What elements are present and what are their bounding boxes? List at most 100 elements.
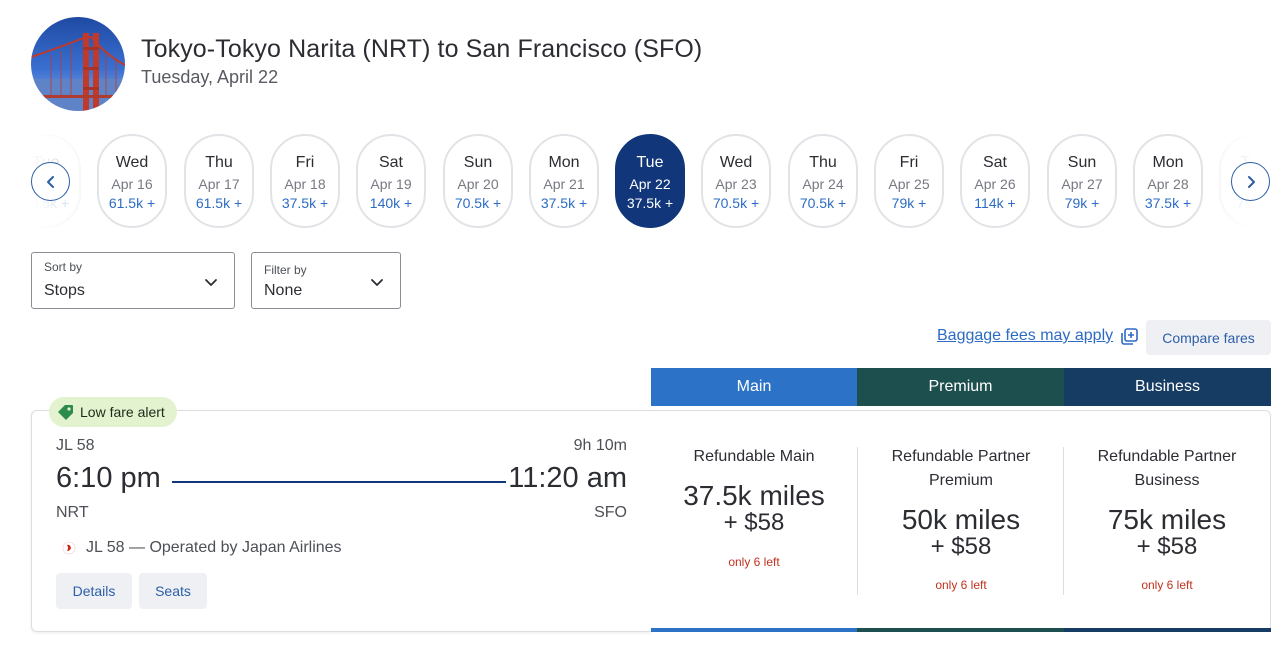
seats-button[interactable]: Seats: [139, 573, 207, 609]
flight-card: JL 58 9h 10m 6:10 pm 11:20 am NRT SFO JL…: [31, 410, 651, 632]
date-option-price: 140k +: [369, 195, 413, 211]
sort-select[interactable]: Sort by Stops: [31, 252, 235, 309]
chevron-left-icon: [46, 175, 54, 188]
date-option-price: 37.5k +: [626, 195, 674, 211]
external-window-icon: [1121, 327, 1138, 345]
date-option-price: 79k +: [1064, 195, 1100, 211]
baggage-fees-label: Baggage fees may apply: [937, 327, 1114, 344]
date-option[interactable]: Mon Apr 28 37.5k +: [1133, 134, 1203, 228]
low-fare-label: Low fare alert: [80, 404, 165, 420]
date-option-date: Apr 27: [1061, 176, 1103, 192]
fare-option-business[interactable]: Refundable Partner Business 75k miles + …: [1064, 411, 1270, 629]
date-option[interactable]: Sat Apr 26 114k +: [960, 134, 1030, 228]
date-option-price: 37.5k +: [1144, 195, 1192, 211]
origin-airport: NRT: [56, 504, 89, 521]
date-option-date: Apr 25: [888, 176, 930, 192]
tab-premium[interactable]: Premium: [857, 368, 1064, 406]
date-option-price: 114k +: [974, 195, 1016, 211]
page-title: Tokyo-Tokyo Narita (NRT) to San Francisc…: [141, 35, 703, 63]
date-option-dow: Tue: [636, 154, 664, 171]
flight-duration: 9h 10m: [573, 437, 627, 454]
sort-value: Stops: [44, 282, 85, 299]
operated-by-text: JL 58 — Operated by Japan Airlines: [86, 539, 342, 556]
date-option[interactable]: Mon Apr 21 37.5k +: [529, 134, 599, 228]
chevron-right-icon: [1247, 175, 1255, 188]
date-option-dow: Fri: [295, 154, 315, 171]
departure-time: 6:10 pm: [56, 462, 161, 494]
date-option-dow: Wed: [115, 154, 149, 171]
date-option[interactable]: Wed Apr 16 61.5k +: [97, 134, 167, 228]
date-option[interactable]: Sun Apr 20 70.5k +: [443, 134, 513, 228]
date-option-price: 70.5k +: [712, 195, 760, 211]
date-option[interactable]: Tue Apr 22 37.5k +: [615, 134, 685, 228]
tab-main[interactable]: Main: [651, 368, 857, 406]
fare-miles: 75k miles: [1107, 504, 1227, 535]
date-option-price: 61.5k +: [108, 195, 156, 211]
fare-panel: Refundable Main 37.5k miles + $58 only 6…: [651, 410, 1271, 632]
date-option-dow: Fri: [899, 154, 919, 171]
details-button[interactable]: Details: [56, 573, 132, 609]
date-option-date: Apr 22: [629, 176, 671, 192]
route-line: [172, 481, 506, 483]
date-option-date: Apr 19: [370, 176, 412, 192]
fare-bar-business: [1064, 628, 1271, 632]
date-option-dow: Sat: [378, 154, 403, 171]
date-option-price: 61.5k +: [195, 195, 243, 211]
date-option-dow: Thu: [809, 154, 837, 171]
date-option[interactable]: Sun Apr 27 79k +: [1047, 134, 1117, 228]
previous-dates-button[interactable]: [31, 162, 70, 201]
price-tag-icon: [58, 404, 73, 420]
date-option[interactable]: Fri Apr 25 79k +: [874, 134, 944, 228]
date-option-dow: Sun: [463, 154, 493, 171]
date-option[interactable]: Sat Apr 19 140k +: [356, 134, 426, 228]
seats-left: only 6 left: [1141, 578, 1193, 592]
chevron-down-icon: [205, 279, 217, 286]
next-dates-button[interactable]: [1231, 162, 1270, 201]
fare-cash: + $58: [723, 509, 785, 536]
fare-name: Refundable Partner Premium: [891, 448, 1031, 489]
date-option[interactable]: Thu Apr 17 61.5k +: [184, 134, 254, 228]
date-option-price: 70.5k +: [454, 195, 502, 211]
date-option-date: Apr 24: [802, 176, 844, 192]
date-option-dow: Thu: [205, 154, 233, 171]
date-option-date: Apr 21: [543, 176, 585, 192]
fare-cash: + $58: [1136, 533, 1198, 560]
date-option-dow: Mon: [548, 154, 580, 171]
date-option-dow: Mon: [1152, 154, 1184, 171]
japan-airlines-logo-icon: [62, 541, 76, 555]
date-option-price: 70.5k +: [799, 195, 847, 211]
fare-miles: 50k miles: [901, 504, 1021, 535]
baggage-fees-link[interactable]: Baggage fees may apply: [937, 327, 1138, 345]
fare-option-main[interactable]: Refundable Main 37.5k miles + $58 only 6…: [651, 411, 857, 629]
seats-left: only 6 left: [935, 578, 987, 592]
date-option-price: 37.5k +: [540, 195, 588, 211]
fare-name: Refundable Main: [693, 448, 815, 465]
destination-airport: SFO: [594, 504, 627, 521]
date-option[interactable]: Fri Apr 18 37.5k +: [270, 134, 340, 228]
fare-cash: + $58: [930, 533, 992, 560]
date-option-date: Apr 18: [284, 176, 326, 192]
date-option-date: Apr 17: [198, 176, 240, 192]
sort-label: Sort by: [44, 260, 83, 274]
filter-value: None: [264, 282, 303, 299]
date-option-dow: Sat: [982, 154, 1007, 171]
fare-bar-premium: [857, 628, 1064, 632]
travel-date: Tuesday, April 22: [141, 67, 279, 87]
compare-fares-button[interactable]: Compare fares: [1146, 320, 1271, 355]
date-option[interactable]: Wed Apr 23 70.5k +: [701, 134, 771, 228]
flight-number: JL 58: [56, 437, 95, 454]
low-fare-badge: Low fare alert: [49, 397, 177, 427]
seats-left: only 6 left: [728, 555, 780, 569]
date-option-dow: Sun: [1067, 154, 1097, 171]
date-option-dow: Wed: [719, 154, 753, 171]
fare-option-premium[interactable]: Refundable Partner Premium 50k miles + $…: [858, 411, 1064, 629]
date-option[interactable]: Thu Apr 24 70.5k +: [788, 134, 858, 228]
fare-bar-main: [651, 628, 857, 632]
filter-select[interactable]: Filter by None: [251, 252, 401, 309]
filter-label: Filter by: [264, 263, 307, 277]
date-option-date: Apr 20: [457, 176, 499, 192]
fare-name: Refundable Partner Business: [1097, 448, 1237, 489]
date-option-date: Apr 28: [1147, 176, 1189, 192]
date-option-price: 37.5k +: [281, 195, 329, 211]
tab-business[interactable]: Business: [1064, 368, 1271, 406]
